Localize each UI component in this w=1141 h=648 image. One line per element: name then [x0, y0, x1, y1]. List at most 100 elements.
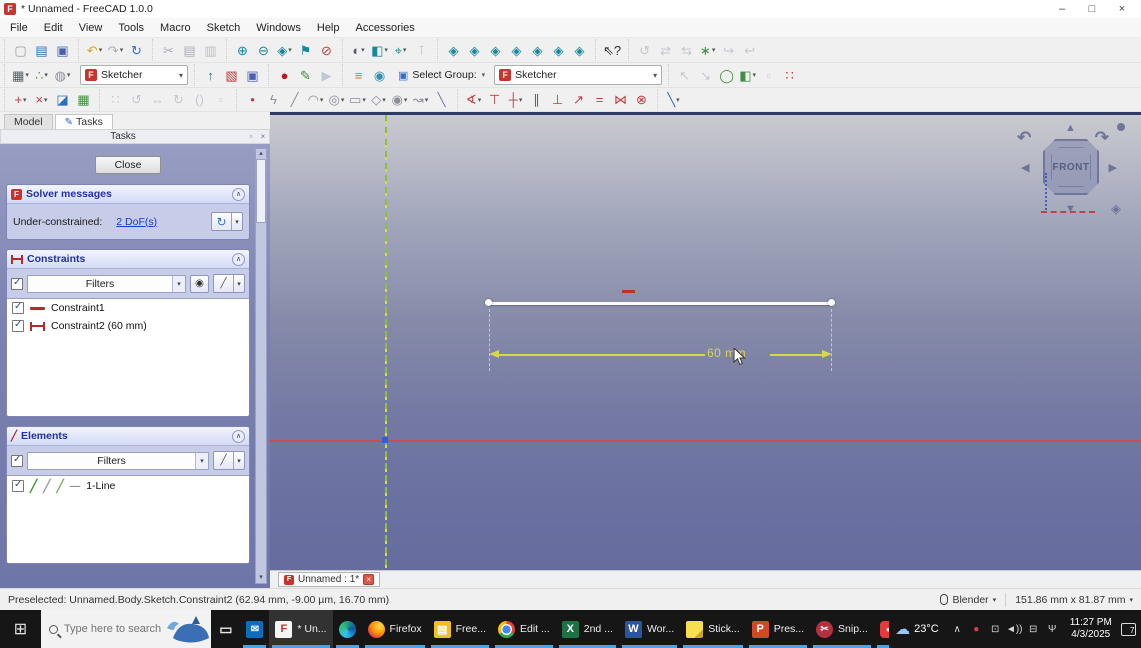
elements-filter-combo[interactable]: Filters ▾: [27, 452, 209, 470]
undo-button[interactable]: ↶▾: [84, 39, 105, 61]
import-part-button[interactable]: ▧: [221, 64, 242, 86]
close-document-icon[interactable]: ×: [363, 574, 374, 585]
std-views-button[interactable]: ◉: [369, 64, 390, 86]
float-panel-button[interactable]: ▫: [245, 132, 257, 141]
dropdown-caret-icon[interactable]: ▾: [403, 46, 407, 54]
3d-viewport[interactable]: 60 mm ↶ ↷ ▲ ▼ ◀ ▶ FRONT: [270, 115, 1141, 570]
close-panel-button[interactable]: ×: [257, 132, 269, 141]
menu-sketch[interactable]: Sketch: [199, 20, 249, 36]
element-checkbox[interactable]: [12, 480, 24, 492]
view-section-button[interactable]: ◪: [52, 89, 73, 111]
powerpoint-taskbar-button[interactable]: PPres...: [746, 610, 810, 648]
rotate-cw-icon[interactable]: ↷: [1095, 129, 1109, 146]
chevron-down-icon[interactable]: ▾: [172, 276, 185, 292]
select-group-button[interactable]: ▣ Select Group: ▾: [393, 64, 490, 86]
menu-edit[interactable]: Edit: [36, 20, 71, 36]
view-rear-button[interactable]: ◈: [527, 39, 548, 61]
constraint-vertical-button[interactable]: ⊤: [484, 89, 505, 111]
edge-taskbar-button[interactable]: [333, 610, 362, 648]
horizontal-constraint-marker[interactable]: [622, 290, 635, 293]
dropdown-caret-icon[interactable]: ▾: [288, 46, 292, 54]
create-slot-button[interactable]: ◉▾: [389, 89, 410, 111]
copy-button[interactable]: ▤: [179, 39, 200, 61]
collapse-chevron-icon[interactable]: ∧: [232, 253, 245, 266]
view-left-button[interactable]: ◈: [569, 39, 590, 61]
render-style-button[interactable]: ◍▾: [52, 64, 73, 86]
dimension-line-left[interactable]: [497, 354, 705, 356]
navcube-front-face[interactable]: FRONT: [1043, 139, 1099, 195]
dropdown-caret-icon[interactable]: ▾: [44, 71, 48, 79]
dimension-line-right[interactable]: [770, 354, 824, 356]
sketch-selector[interactable]: F Sketcher ▾: [494, 65, 662, 85]
taskbar-search[interactable]: [41, 610, 211, 648]
nav-style-selector[interactable]: Blender: [952, 594, 988, 606]
create-polygon-button[interactable]: ◇▾: [368, 89, 389, 111]
notification-center-button[interactable]: 7: [1117, 610, 1141, 648]
chevron-down-icon[interactable]: ▾: [233, 275, 244, 292]
toggle-construction-button[interactable]: ╲▾: [663, 89, 684, 111]
constraint-checkbox[interactable]: [12, 302, 24, 314]
search-input[interactable]: [64, 623, 169, 635]
whats-this-button[interactable]: ⇖?: [601, 39, 623, 61]
create-bspline-button[interactable]: ↝▾: [410, 89, 431, 111]
panel-scrollbar[interactable]: ▴ ▾: [255, 148, 267, 584]
draw-style-button[interactable]: ◐▾: [348, 39, 369, 61]
constraints-settings-button[interactable]: ╱ ▾: [213, 274, 245, 293]
constraint-block-button[interactable]: ⊗: [631, 89, 652, 111]
refresh-button[interactable]: ↻: [126, 39, 147, 61]
dropdown-caret-icon[interactable]: ▾: [120, 46, 124, 54]
show-constraints-button[interactable]: ◉: [190, 275, 209, 293]
elements-settings-button[interactable]: ╱ ▾: [213, 451, 245, 470]
solver-refresh-button[interactable]: ↻ ▾: [211, 212, 243, 231]
view-right-button[interactable]: ◈: [506, 39, 527, 61]
create-rectangle-button[interactable]: ▭▾: [347, 89, 368, 111]
onedrive-icon[interactable]: ⊡: [986, 624, 1005, 635]
nav-down-arrow-icon[interactable]: ▼: [1065, 204, 1076, 215]
merge-sketch-button[interactable]: ∷: [779, 64, 800, 86]
constraint-symmetric-button[interactable]: ⋈: [610, 89, 631, 111]
freecad-taskbar-button[interactable]: F* Un...: [269, 610, 332, 648]
insert-part-button[interactable]: ▣: [242, 64, 263, 86]
constraint-checkbox[interactable]: [12, 320, 24, 332]
quick-assist-icon[interactable]: ●: [967, 624, 986, 635]
chevron-down-icon[interactable]: ▾: [1129, 596, 1133, 604]
save-button[interactable]: ▣: [52, 39, 73, 61]
constraint-dimension-button[interactable]: ∢▾: [463, 89, 484, 111]
dropdown-caret-icon[interactable]: ▾: [384, 46, 388, 54]
firefox-taskbar-button[interactable]: Firefox: [362, 610, 428, 648]
menu-macro[interactable]: Macro: [152, 20, 199, 36]
constraints-master-checkbox[interactable]: [11, 278, 23, 290]
microphone-icon[interactable]: Ψ: [1043, 624, 1062, 635]
zoom-out-button[interactable]: ⊖: [253, 39, 274, 61]
menu-windows[interactable]: Windows: [248, 20, 309, 36]
constraint-row[interactable]: Constraint1: [7, 299, 249, 317]
constraint-horizontal-button[interactable]: ┼▾: [505, 89, 526, 111]
rotate-ccw-icon[interactable]: ↶: [1017, 129, 1031, 146]
line-end-point[interactable]: [828, 299, 835, 306]
cut-button[interactable]: ✂: [158, 39, 179, 61]
dropdown-caret-icon[interactable]: ▾: [382, 96, 386, 104]
dropdown-caret-icon[interactable]: ▾: [519, 96, 523, 104]
nav-dot-icon[interactable]: [1117, 123, 1125, 131]
create-polyline-button[interactable]: ϟ: [263, 89, 284, 111]
grid-settings-button[interactable]: ▦: [73, 89, 94, 111]
create-point-button[interactable]: •: [242, 89, 263, 111]
fit-all-button[interactable]: ◈▾: [274, 39, 295, 61]
dropdown-caret-icon[interactable]: ▾: [753, 71, 757, 79]
chevron-down-icon[interactable]: ▾: [993, 596, 997, 604]
restore-button[interactable]: □: [1077, 3, 1107, 15]
view-front-button[interactable]: ◈: [464, 39, 485, 61]
redo-button[interactable]: ↷▾: [105, 39, 126, 61]
view-top-button[interactable]: ◈: [485, 39, 506, 61]
clipping-button[interactable]: ⊘: [316, 39, 337, 61]
menu-view[interactable]: View: [71, 20, 111, 36]
edit-sketch-button[interactable]: ◧▾: [737, 64, 758, 86]
chevron-down-icon[interactable]: ▾: [231, 213, 242, 230]
excel-taskbar-button[interactable]: X2nd ...: [556, 610, 619, 648]
constraints-filter-combo[interactable]: Filters ▾: [27, 275, 186, 293]
open-file-button[interactable]: ▤: [31, 39, 52, 61]
constraint-perpendicular-button[interactable]: ⊥: [547, 89, 568, 111]
dropdown-caret-icon[interactable]: ▾: [478, 96, 482, 104]
new-file-button[interactable]: ▢: [10, 39, 31, 61]
weather-widget[interactable]: ☁ 23°C: [889, 610, 945, 648]
